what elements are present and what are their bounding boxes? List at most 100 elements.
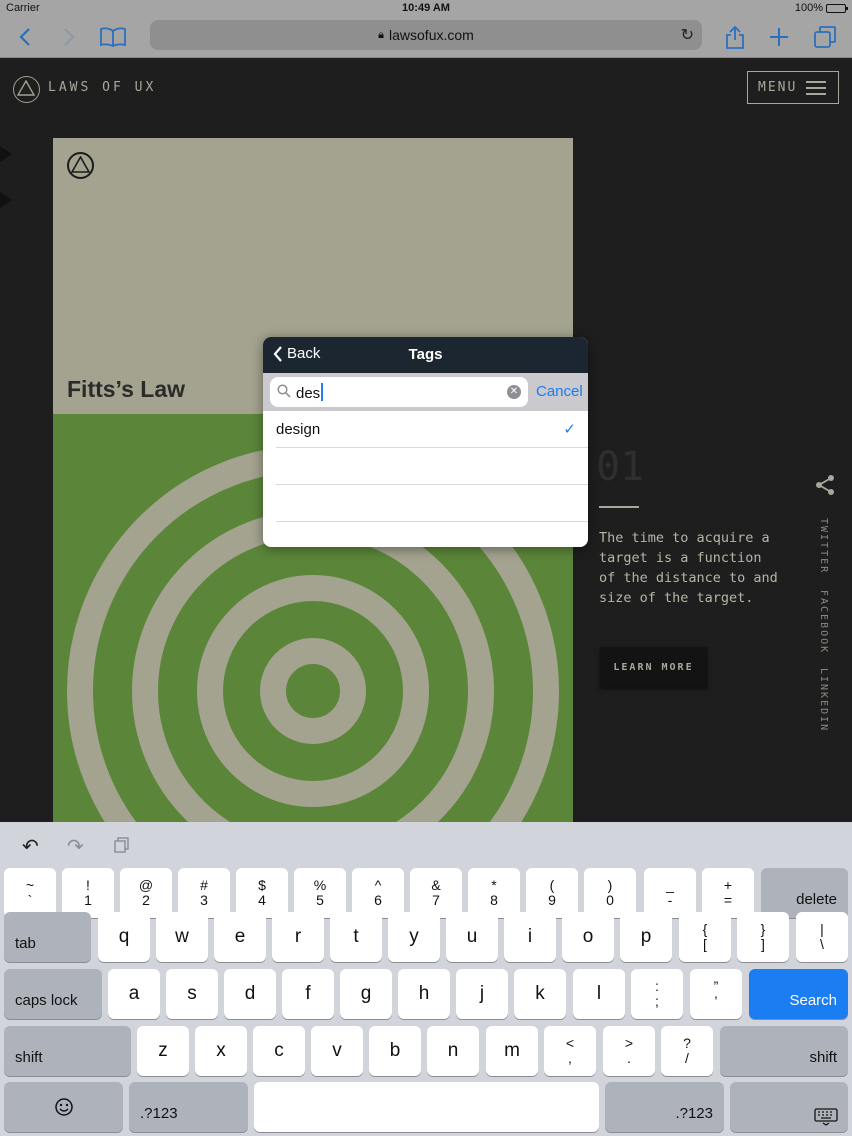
battery-indicator: 100% — [795, 2, 848, 14]
key-b[interactable]: b — [369, 1026, 421, 1076]
key-c[interactable]: c — [253, 1026, 305, 1076]
keyboard-dismiss-icon — [814, 1108, 838, 1126]
empty-row — [276, 485, 588, 522]
key-5[interactable]: % 5 — [294, 868, 346, 918]
key-period[interactable]: >. — [603, 1026, 655, 1076]
tag-search-input[interactable]: des ✕ — [270, 377, 528, 407]
key-4[interactable]: $4 — [236, 868, 288, 918]
address-bar[interactable]: 🔒︎ lawsofux.com ↻ — [150, 20, 702, 50]
card-logo-icon — [67, 152, 94, 179]
key-h[interactable]: h — [398, 969, 450, 1019]
key-semicolon[interactable]: :; — [631, 969, 683, 1019]
linkedin-link[interactable]: LINKEDIN — [818, 668, 829, 732]
tab-key[interactable]: tab — [4, 912, 91, 962]
key-u[interactable]: u — [446, 912, 498, 962]
cancel-button[interactable]: Cancel — [536, 383, 583, 400]
key-minus[interactable]: _ - — [644, 868, 696, 918]
caps-lock-key[interactable]: caps lock — [4, 969, 102, 1019]
divider — [599, 506, 639, 508]
key-backtick[interactable]: ~ ` — [4, 868, 56, 918]
key-s[interactable]: s — [166, 969, 218, 1019]
key-equals[interactable]: + = — [702, 868, 754, 918]
bookmarks-icon[interactable] — [98, 22, 128, 52]
tags-popover: Back Tags des ✕ Cancel design ✓ — [263, 337, 588, 547]
key-0[interactable]: ) 0 — [584, 868, 636, 918]
menu-button[interactable]: MENU — [747, 71, 839, 104]
site-logo-icon[interactable] — [13, 76, 40, 103]
right-shift-key[interactable]: shift — [720, 1026, 848, 1076]
software-keyboard: ↶ ↷ ~ ` ! 1 @2 #3 $4 % 5 ^ 6 & 7 * 8 (9 ) 0 _ - … — [0, 822, 852, 1136]
key-right-bracket[interactable]: }] — [737, 912, 789, 962]
key-d[interactable]: d — [224, 969, 276, 1019]
back-chevron-icon[interactable] — [10, 22, 40, 52]
status-bar: Carrier 10:49 AM 100% — [0, 0, 852, 16]
key-k[interactable]: k — [514, 969, 566, 1019]
key-m[interactable]: m — [486, 1026, 538, 1076]
key-t[interactable]: t — [330, 912, 382, 962]
forward-chevron-icon[interactable] — [54, 22, 84, 52]
key-8[interactable]: * 8 — [468, 868, 520, 918]
battery-icon — [826, 3, 848, 13]
keyboard-dismiss-key[interactable] — [730, 1082, 848, 1132]
lock-icon: 🔒︎ — [378, 28, 385, 41]
key-n[interactable]: n — [427, 1026, 479, 1076]
new-tab-icon[interactable] — [764, 22, 794, 52]
key-w[interactable]: w — [156, 912, 208, 962]
key-o[interactable]: o — [562, 912, 614, 962]
tabs-icon[interactable] — [810, 22, 840, 52]
tag-result-row[interactable]: design ✓ — [276, 411, 588, 448]
emoji-key[interactable] — [4, 1082, 123, 1132]
clear-search-icon[interactable]: ✕ — [507, 385, 521, 399]
decorative-triangle — [0, 192, 12, 208]
twitter-link[interactable]: TWITTER — [818, 518, 829, 574]
search-icon — [277, 384, 291, 398]
key-l[interactable]: l — [573, 969, 625, 1019]
key-9[interactable]: (9 — [526, 868, 578, 918]
delete-key[interactable]: delete — [761, 868, 848, 918]
clock: 10:49 AM — [402, 2, 450, 14]
numbers-key-right[interactable]: .?123 — [605, 1082, 724, 1132]
redo-icon[interactable]: ↷ — [67, 834, 84, 859]
site-name[interactable]: LAWS OF UX — [48, 80, 156, 95]
key-comma[interactable]: <, — [544, 1026, 596, 1076]
key-e[interactable]: e — [214, 912, 266, 962]
share-icon[interactable] — [814, 474, 836, 501]
numbers-key-left[interactable]: .?123 — [129, 1082, 248, 1132]
key-backslash[interactable]: | \ — [796, 912, 848, 962]
decorative-triangle — [0, 146, 12, 162]
key-7[interactable]: & 7 — [410, 868, 462, 918]
key-x[interactable]: x — [195, 1026, 247, 1076]
share-toolbar-icon[interactable] — [720, 22, 750, 52]
key-r[interactable]: r — [272, 912, 324, 962]
key-i[interactable]: i — [504, 912, 556, 962]
key-z[interactable]: z — [137, 1026, 189, 1076]
key-2[interactable]: @2 — [120, 868, 172, 918]
emoji-icon — [54, 1098, 73, 1116]
search-key[interactable]: Search — [749, 969, 848, 1019]
key-j[interactable]: j — [456, 969, 508, 1019]
key-3[interactable]: #3 — [178, 868, 230, 918]
key-6[interactable]: ^ 6 — [352, 868, 404, 918]
key-1[interactable]: ! 1 — [62, 868, 114, 918]
key-g[interactable]: g — [340, 969, 392, 1019]
learn-more-button[interactable]: LEARN MORE — [600, 647, 707, 687]
browser-toolbar: 🔒︎ lawsofux.com ↻ — [0, 16, 852, 58]
key-p[interactable]: p — [620, 912, 672, 962]
key-v[interactable]: v — [311, 1026, 363, 1076]
key-f[interactable]: f — [282, 969, 334, 1019]
undo-icon[interactable]: ↶ — [22, 834, 39, 859]
tag-label: design — [276, 421, 321, 438]
key-y[interactable]: y — [388, 912, 440, 962]
space-bar[interactable] — [254, 1082, 599, 1132]
key-a[interactable]: a — [108, 969, 160, 1019]
key-left-bracket[interactable]: {[ — [679, 912, 731, 962]
empty-row — [276, 448, 588, 485]
facebook-link[interactable]: FACEBOOK — [818, 590, 829, 654]
key-q[interactable]: q — [98, 912, 150, 962]
left-shift-key[interactable]: shift — [4, 1026, 131, 1076]
reload-icon[interactable]: ↻ — [681, 25, 694, 45]
key-quote[interactable]: ”’ — [690, 969, 742, 1019]
paste-icon[interactable] — [114, 836, 130, 859]
key-slash[interactable]: ? / — [661, 1026, 713, 1076]
law-number: 01 — [596, 444, 645, 490]
